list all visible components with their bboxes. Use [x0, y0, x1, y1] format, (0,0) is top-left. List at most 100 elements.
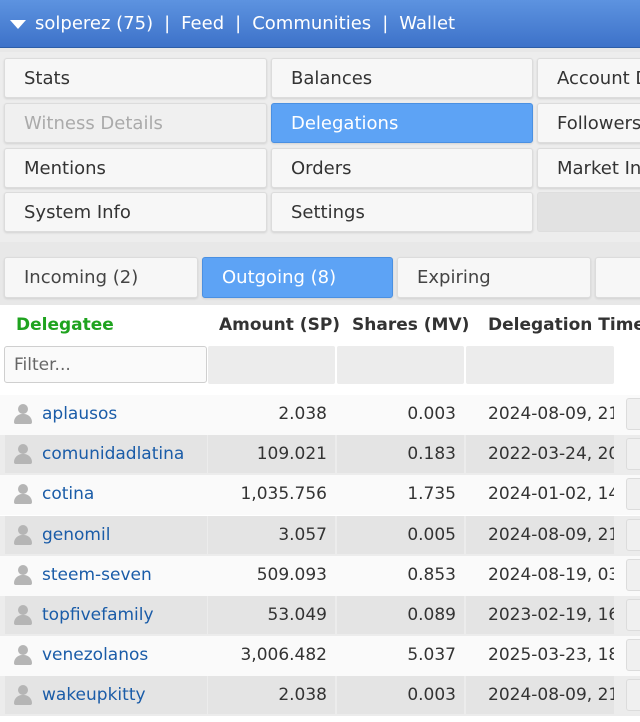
tab-expiring[interactable]: Expiring [397, 257, 591, 298]
amount-cell: 3.057 [208, 515, 335, 554]
user-avatar-icon [14, 524, 32, 545]
delegation-time-cell: 2024-08-19, 03: [488, 564, 614, 585]
table-row: topfivefamily 53.049 0.089 2023-02-19, 16: [0, 596, 640, 636]
shares-cell: 0.183 [337, 435, 464, 474]
row-action-button[interactable] [626, 398, 640, 430]
nav-separator: | [382, 13, 389, 34]
nav-wallet-link[interactable]: Wallet [399, 13, 455, 34]
shares-cell: 0.003 [407, 404, 456, 424]
menu-witness-details: Witness Details [4, 103, 267, 143]
amount-cell: 53.049 [208, 596, 335, 634]
delegatee-username-link[interactable]: steem-seven [42, 565, 152, 585]
menu-balances[interactable]: Balances [271, 58, 533, 98]
user-avatar-icon [14, 564, 32, 585]
table-header: Delegatee Amount (SP) Shares (MV) Delega… [0, 305, 640, 343]
delegation-time-cell: 2023-02-19, 16: [466, 596, 614, 634]
table-row: comunidadlatina 109.021 0.183 2022-03-24, 2… [0, 435, 640, 476]
delegation-time-cell: 2024-08-09, 21: [466, 515, 614, 554]
row-action-button[interactable] [626, 518, 640, 551]
table-row: venezolanos 3,006.482 5.037 2025-03-23, 18: [0, 636, 640, 677]
delegatee-username-link[interactable]: cotina [42, 484, 94, 504]
amount-cell: 2.038 [208, 676, 335, 715]
menu-market-info[interactable]: Market Int [537, 148, 640, 188]
table-row: steem-seven 509.093 0.853 2024-08-19, 03: [0, 555, 640, 596]
delegatee-username-link[interactable]: aplausos [42, 404, 117, 424]
menu-orders[interactable]: Orders [271, 148, 533, 188]
header-delegation-time[interactable]: Delegation Time [488, 315, 640, 335]
amount-cell: 2.038 [278, 404, 327, 424]
account-menu: Stats Balances Account D Witness Details… [0, 52, 640, 242]
table-row: aplausos 2.038 0.003 2024-08-09, 21: [0, 395, 640, 435]
delegatee-cell: comunidadlatina [5, 435, 207, 474]
delegatee-cell: aplausos [5, 395, 207, 433]
delegatee-username-link[interactable]: comunidadlatina [42, 444, 184, 464]
user-avatar-icon [14, 645, 32, 666]
delegatee-cell: steem-seven [5, 556, 207, 594]
table-row: genomil 3.057 0.005 2024-08-09, 21: [0, 515, 640, 556]
amount-filter-cell [208, 346, 335, 384]
header-shares[interactable]: Shares (MV) [352, 315, 469, 335]
menu-delegations[interactable]: Delegations [271, 103, 533, 143]
delegatee-username-link[interactable]: wakeupkitty [42, 685, 146, 705]
user-avatar-icon [14, 685, 32, 706]
delegatee-filter-input[interactable] [4, 346, 207, 383]
row-action-button[interactable] [626, 558, 640, 591]
account-link[interactable]: solperez (75) [35, 13, 153, 34]
row-action-button[interactable] [626, 438, 640, 471]
menu-mentions[interactable]: Mentions [4, 148, 267, 188]
table-row: wakeupkitty 2.038 0.003 2024-08-09, 21: [0, 676, 640, 717]
delegation-tabs: Incoming (2) Outgoing (8) Expiring [0, 251, 640, 305]
delegatee-cell: wakeupkitty [5, 676, 207, 715]
row-action-button[interactable] [626, 599, 640, 631]
table-row: cotina 1,035.756 1.735 2024-01-02, 14: [0, 475, 640, 516]
tab-outgoing[interactable]: Outgoing (8) [202, 257, 393, 298]
nav-feed-link[interactable]: Feed [181, 13, 224, 34]
shares-cell: 1.735 [407, 484, 456, 505]
menu-followers[interactable]: Followers [537, 103, 640, 143]
caret-down-icon[interactable] [10, 20, 26, 29]
menu-empty-slot [537, 192, 640, 232]
menu-stats[interactable]: Stats [4, 58, 267, 98]
amount-cell: 1,035.756 [240, 484, 327, 505]
delegatee-cell: venezolanos [5, 636, 207, 674]
shares-filter-cell [337, 346, 464, 384]
delegation-time-cell: 2024-08-09, 21: [488, 404, 614, 424]
row-action-button[interactable] [626, 639, 640, 672]
delegatee-cell: cotina [5, 475, 207, 513]
delegatee-username-link[interactable]: topfivefamily [42, 605, 154, 625]
menu-account-details[interactable]: Account D [537, 58, 640, 98]
top-nav-bar: solperez (75) | Feed | Communities | Wal… [0, 0, 640, 48]
menu-settings[interactable]: Settings [271, 192, 533, 232]
user-avatar-icon [14, 484, 32, 505]
delegation-time-cell: 2024-01-02, 14: [488, 484, 614, 505]
amount-cell: 509.093 [256, 564, 327, 585]
nav-separator: | [235, 13, 242, 34]
shares-cell: 5.037 [407, 645, 456, 666]
delegatee-cell: genomil [5, 515, 207, 554]
user-avatar-icon [14, 404, 32, 424]
time-filter-cell [466, 346, 614, 384]
user-avatar-icon [14, 444, 32, 465]
user-avatar-icon [14, 605, 32, 625]
shares-cell: 0.853 [407, 564, 456, 585]
row-action-button[interactable] [626, 679, 640, 712]
nav-separator: | [164, 13, 171, 34]
amount-cell: 109.021 [208, 435, 335, 474]
delegatee-username-link[interactable]: genomil [42, 525, 110, 545]
filter-row [0, 343, 640, 391]
header-amount[interactable]: Amount (SP) [219, 315, 340, 335]
delegation-time-cell: 2025-03-23, 18: [488, 645, 614, 666]
row-action-button[interactable] [626, 478, 640, 511]
tab-overflow[interactable] [595, 257, 640, 298]
tab-incoming[interactable]: Incoming (2) [4, 257, 198, 298]
delegation-time-cell: 2022-03-24, 20: [466, 435, 614, 474]
shares-cell: 0.005 [337, 515, 464, 554]
nav-communities-link[interactable]: Communities [252, 13, 371, 34]
menu-system-info[interactable]: System Info [4, 192, 267, 232]
header-delegatee[interactable]: Delegatee [16, 315, 114, 335]
shares-cell: 0.089 [337, 596, 464, 634]
shares-cell: 0.003 [337, 676, 464, 715]
delegatee-username-link[interactable]: venezolanos [42, 645, 148, 665]
delegatee-cell: topfivefamily [5, 596, 207, 634]
amount-cell: 3,006.482 [240, 645, 327, 666]
